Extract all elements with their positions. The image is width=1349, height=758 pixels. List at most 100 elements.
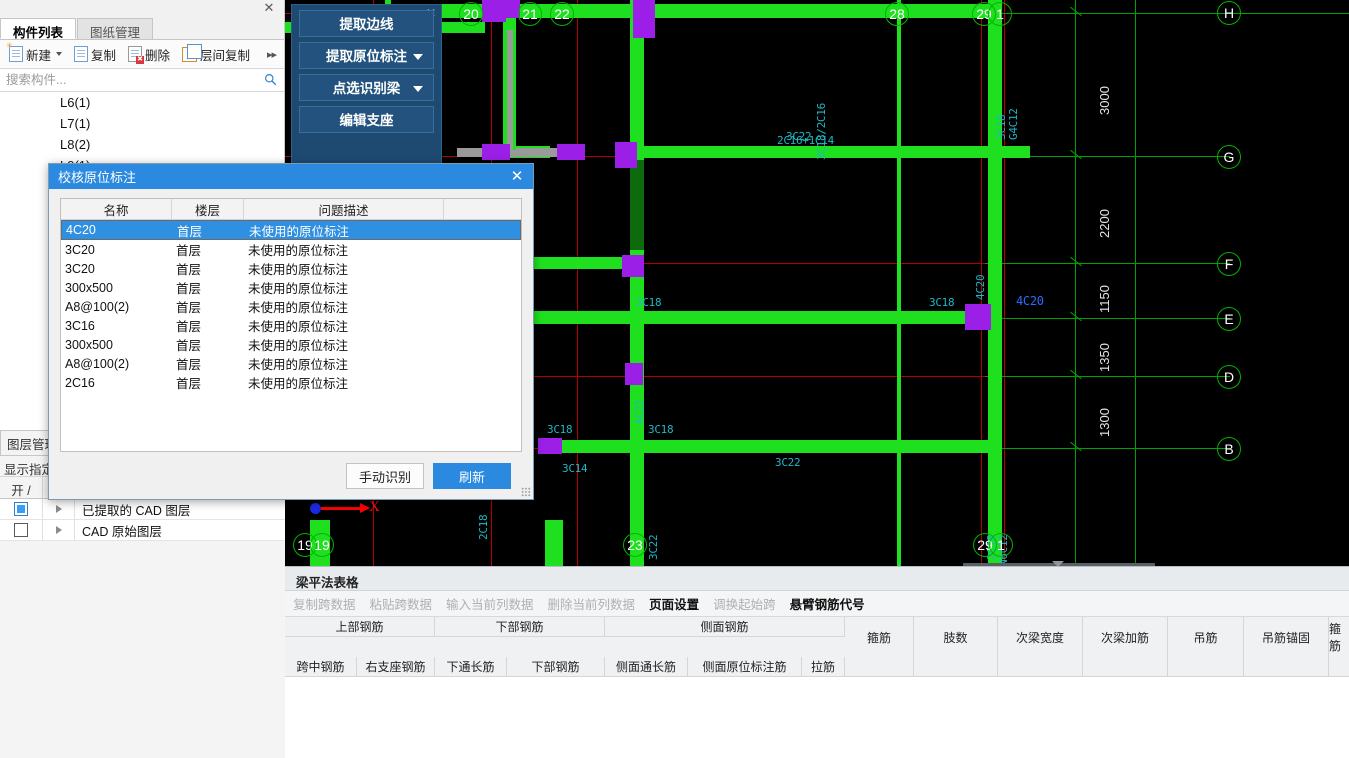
cell-floor: 首层 bbox=[176, 263, 202, 277]
beam-table-body[interactable] bbox=[285, 677, 1349, 758]
tree-item-l7[interactable]: L7(1) bbox=[0, 113, 284, 134]
grid-col-description[interactable]: 问题描述 bbox=[244, 199, 444, 219]
table-row[interactable]: 3C16 首层 未使用的原位标注 bbox=[61, 316, 521, 335]
table-row[interactable]: 300x500 首层 未使用的原位标注 bbox=[61, 278, 521, 297]
header-mid-span-rebar: 跨中钢筋 bbox=[285, 657, 357, 677]
extract-original-annotation-button[interactable]: 提取原位标注 bbox=[299, 42, 434, 69]
manual-identify-button[interactable]: 手动识别 bbox=[346, 463, 424, 489]
cad-beam bbox=[630, 146, 1030, 158]
cad-grid-tick bbox=[1070, 256, 1082, 267]
swap-start-span-button: 调换起始跨 bbox=[713, 598, 776, 612]
delete-current-column-data-button: 删除当前列数据 bbox=[547, 598, 636, 612]
cell-name: 3C16 bbox=[65, 318, 95, 333]
cad-column bbox=[615, 142, 637, 168]
tab-drawing-management[interactable]: 图纸管理 bbox=[77, 18, 154, 40]
cell-floor: 首层 bbox=[177, 224, 203, 239]
tree-item-l8[interactable]: L8(2) bbox=[0, 134, 284, 155]
panel-tab-strip: 构件列表 图纸管理 bbox=[0, 18, 284, 40]
layer-visibility-checkbox[interactable] bbox=[14, 502, 28, 516]
table-row[interactable]: 300x500 首层 未使用的原位标注 bbox=[61, 335, 521, 354]
delete-button-label: 删除 bbox=[145, 48, 171, 63]
page-setup-button[interactable]: 页面设置 bbox=[643, 591, 705, 616]
cad-column bbox=[538, 438, 562, 454]
layer-expand-cell[interactable] bbox=[43, 520, 75, 540]
cad-beam bbox=[988, 0, 1002, 566]
cell-floor: 首层 bbox=[176, 244, 202, 258]
layer-row-original[interactable]: CAD 原始图层 bbox=[0, 520, 285, 541]
chevron-down-icon[interactable] bbox=[413, 86, 423, 92]
cad-grid-line bbox=[985, 263, 1230, 264]
point-select-beam-button[interactable]: 点选识别梁 bbox=[299, 74, 434, 101]
layer-checkbox-cell[interactable] bbox=[0, 520, 43, 540]
cad-grid-tick bbox=[1070, 6, 1082, 17]
cad-rebar-label-selected: 4C20 bbox=[1016, 294, 1044, 308]
dialog-resize-grip[interactable] bbox=[521, 487, 531, 497]
cad-axis-line bbox=[577, 0, 578, 566]
table-row[interactable]: 3C20 首层 未使用的原位标注 bbox=[61, 240, 521, 259]
table-row[interactable]: A8@100(2) 首层 未使用的原位标注 bbox=[61, 354, 521, 373]
tab-component-list[interactable]: 构件列表 bbox=[0, 18, 77, 40]
check-original-annotation-dialog: 校核原位标注 ✕ 名称 楼层 问题描述 4C20 首层 未使用的原位标注 3C2… bbox=[48, 163, 534, 500]
layer-checkbox-cell[interactable] bbox=[0, 499, 43, 519]
chevron-down-icon[interactable] bbox=[413, 54, 423, 60]
cad-grid-bubble-top: 28 bbox=[885, 2, 909, 26]
toolbar-overflow-icon[interactable]: ▸▸ bbox=[267, 48, 280, 61]
delete-button[interactable]: 删除 bbox=[123, 43, 175, 66]
header-right-support-rebar: 右支座钢筋 bbox=[357, 657, 435, 677]
chevron-down-icon[interactable] bbox=[56, 52, 63, 56]
edit-support-button[interactable]: 编辑支座 bbox=[299, 106, 434, 133]
grid-col-floor[interactable]: 楼层 bbox=[172, 199, 244, 219]
extract-edge-button[interactable]: 提取边线 bbox=[299, 10, 434, 37]
grid-header-row: 名称 楼层 问题描述 bbox=[61, 199, 521, 220]
copy-between-floors-button[interactable]: 层间复制 bbox=[177, 43, 255, 66]
grid-col-name[interactable]: 名称 bbox=[61, 199, 172, 219]
layer-expand-cell[interactable] bbox=[43, 499, 75, 519]
search-icon[interactable] bbox=[264, 73, 277, 86]
cad-beam bbox=[540, 440, 990, 453]
copy-button-label: 复制 bbox=[91, 48, 117, 63]
cad-rebar-label: 3C18 bbox=[648, 423, 674, 436]
cad-column bbox=[625, 363, 643, 385]
copy-button[interactable]: 复制 bbox=[69, 43, 121, 66]
header-stirrup-2: 箍筋 bbox=[1329, 622, 1342, 653]
new-button-label: 新建 bbox=[26, 48, 52, 63]
cad-grid-bubble-top: 20 bbox=[459, 2, 483, 26]
layer-name-label: CAD 原始图层 bbox=[82, 524, 162, 539]
search-input[interactable] bbox=[0, 69, 284, 91]
annotation-issues-grid[interactable]: 名称 楼层 问题描述 4C20 首层 未使用的原位标注 3C20 首层 未使用的… bbox=[60, 198, 522, 452]
table-row[interactable]: 4C20 首层 未使用的原位标注 bbox=[61, 220, 521, 240]
table-row[interactable]: 3C20 首层 未使用的原位标注 bbox=[61, 259, 521, 278]
cantilever-rebar-code-button[interactable]: 悬臂钢筋代号 bbox=[784, 591, 871, 616]
cad-grid-bubble-top: 22 bbox=[550, 2, 574, 26]
header-hanging-rebar: 吊筋 bbox=[1168, 617, 1244, 657]
cad-grid-line bbox=[985, 318, 1230, 319]
table-row[interactable]: A8@100(2) 首层 未使用的原位标注 bbox=[61, 297, 521, 316]
cad-rebar-label: 2C18 bbox=[477, 514, 490, 540]
cad-x-axis-arrow bbox=[321, 503, 370, 513]
cad-column bbox=[622, 255, 644, 277]
cell-description: 未使用的原位标注 bbox=[248, 320, 349, 334]
close-icon[interactable]: ✕ bbox=[507, 168, 527, 185]
refresh-button[interactable]: 刷新 bbox=[433, 463, 511, 489]
cad-beam bbox=[545, 520, 563, 566]
cell-description: 未使用的原位标注 bbox=[248, 301, 349, 315]
layer-row-extracted[interactable]: 已提取的 CAD 图层 bbox=[0, 499, 285, 520]
new-button[interactable]: 新建 bbox=[4, 41, 67, 66]
cell-name: 2C16 bbox=[65, 375, 95, 390]
cad-grid-bubble-top: 21 bbox=[518, 2, 542, 26]
cad-column bbox=[633, 20, 655, 38]
cad-original-line bbox=[507, 30, 513, 150]
cad-grid-line bbox=[1075, 0, 1076, 566]
table-row[interactable]: 2C16 首层 未使用的原位标注 bbox=[61, 373, 521, 392]
tree-item-l6[interactable]: L6(1) bbox=[0, 92, 284, 113]
layer-visibility-checkbox[interactable] bbox=[14, 523, 28, 537]
new-document-icon bbox=[6, 41, 23, 62]
cad-rebar-label: 4C22 bbox=[633, 399, 646, 425]
cad-dimension: 1150 bbox=[1097, 285, 1112, 313]
cad-column bbox=[633, 0, 655, 20]
copy-document-icon bbox=[74, 46, 89, 62]
close-icon[interactable]: ✕ bbox=[262, 1, 276, 15]
chevron-right-icon[interactable] bbox=[55, 526, 62, 534]
chevron-right-icon[interactable] bbox=[55, 505, 62, 513]
header-hanging-rebar-anchorage: 吊筋锚固 bbox=[1244, 617, 1329, 657]
